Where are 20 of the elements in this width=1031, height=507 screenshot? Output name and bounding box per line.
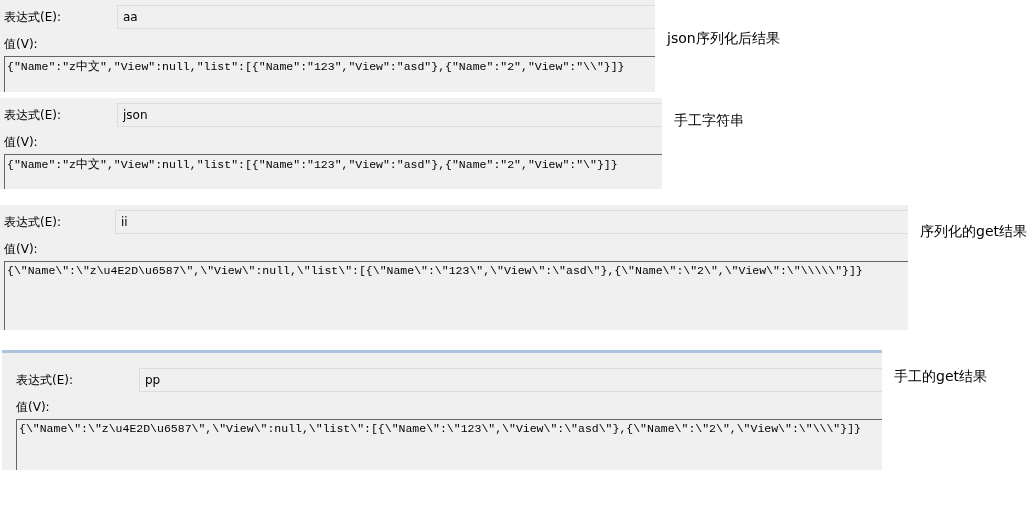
value-label: 值(V): [4,134,39,151]
value-field[interactable]: {"Name":"z中文","View":null,"list":[{"Name":"123","View":"asd"},{"Name":"2","View":"\"}]} [4,154,662,189]
value-label: 值(V): [4,241,39,258]
expression-label: 表达式(E): [4,213,62,231]
expression-field[interactable]: aa [117,5,655,29]
caption: 序列化的get结果 [920,223,1027,241]
value-label: 值(V): [4,36,39,53]
caption: 手工的get结果 [894,368,987,386]
value-label: 值(V): [16,399,51,416]
expression-field[interactable]: pp [139,368,882,392]
expression-label: 表达式(E): [4,106,62,124]
caption: json序列化后结果 [667,30,780,48]
expression-label: 表达式(E): [16,371,74,389]
expression-field[interactable]: ii [115,210,908,234]
expression-label: 表达式(E): [4,8,62,26]
value-field[interactable]: {\"Name\":\"z\u4E2D\u6587\",\"View\":null,\"list\":[{\"Name\":\"123\",\"View\":\"asd\"},{\"Name\":\"2\",\"View\":\"\\\"}]} [16,419,882,470]
caption: 手工字符串 [674,112,744,130]
expression-field[interactable]: json [117,103,662,127]
value-field[interactable]: {\"Name\":\"z\u4E2D\u6587\",\"View\":null,\"list\":[{\"Name\":\"123\",\"View\":\"asd\"},{\"Name\":\"2\",\"View\":\"\\\\\"}]} [4,261,908,330]
value-field[interactable]: {"Name":"z中文","View":null,"list":[{"Name":"123","View":"asd"},{"Name":"2","View":"\\"}]} [4,56,655,92]
